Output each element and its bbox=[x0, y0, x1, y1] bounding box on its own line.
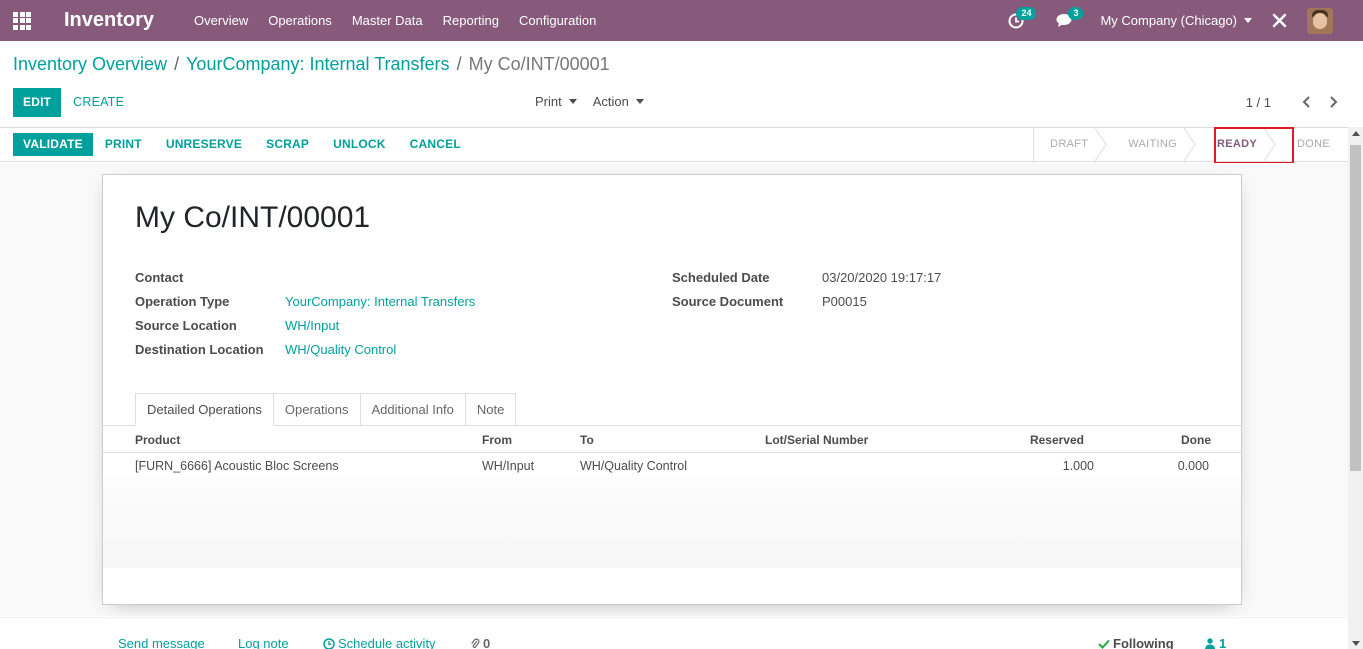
breadcrumb-current: My Co/INT/00001 bbox=[468, 54, 610, 74]
log-note-button[interactable]: Log note bbox=[238, 636, 289, 649]
menu-operations[interactable]: Operations bbox=[258, 13, 342, 28]
cell-product: [FURN_6666] Acoustic Bloc Screens bbox=[135, 459, 339, 473]
chevron-down-icon bbox=[568, 99, 577, 104]
chevron-right-icon bbox=[1330, 96, 1338, 108]
menu-reporting[interactable]: Reporting bbox=[433, 13, 509, 28]
top-navbar: Inventory Overview Operations Master Dat… bbox=[0, 0, 1363, 41]
breadcrumb-internal-transfers[interactable]: YourCompany: Internal Transfers bbox=[186, 54, 449, 75]
record-title: My Co/INT/00001 bbox=[135, 201, 371, 234]
edit-button[interactable]: EDIT bbox=[13, 88, 62, 117]
source-location-label: Source Location bbox=[135, 318, 237, 333]
notebook-tabs: Detailed Operations Operations Additiona… bbox=[135, 393, 517, 426]
status-steps: DRAFT WAITING READY DONE bbox=[1033, 128, 1348, 161]
breadcrumb-inventory-overview[interactable]: Inventory Overview bbox=[13, 54, 167, 75]
table-empty-area bbox=[103, 478, 1241, 568]
create-button[interactable]: CREATE bbox=[61, 88, 136, 117]
column-reserved[interactable]: Reserved bbox=[1030, 433, 1084, 447]
message-count-badge: 3 bbox=[1068, 7, 1084, 20]
debug-tools[interactable] bbox=[1262, 0, 1297, 41]
pager-next-button[interactable] bbox=[1325, 94, 1341, 110]
tools-icon bbox=[1272, 13, 1287, 28]
scheduled-date-label: Scheduled Date bbox=[672, 270, 770, 285]
pager-previous-button[interactable] bbox=[1299, 94, 1315, 110]
company-name: My Company (Chicago) bbox=[1100, 13, 1237, 28]
paperclip-icon bbox=[471, 638, 480, 649]
action-dropdown[interactable]: Action bbox=[593, 94, 644, 109]
scrollbar-thumb[interactable] bbox=[1350, 145, 1361, 471]
column-done[interactable]: Done bbox=[1181, 433, 1211, 447]
destination-location-label: Destination Location bbox=[135, 342, 264, 357]
user-avatar[interactable] bbox=[1307, 7, 1333, 34]
scroll-down-arrow[interactable] bbox=[1352, 641, 1360, 646]
menu-master-data[interactable]: Master Data bbox=[342, 13, 433, 28]
user-icon bbox=[1205, 637, 1215, 649]
chatter-topbar: Send message Log note Schedule activity … bbox=[0, 617, 1348, 649]
company-switcher[interactable]: My Company (Chicago) bbox=[1090, 13, 1262, 28]
print-dropdown[interactable]: Print bbox=[535, 94, 577, 109]
operation-type-link[interactable]: YourCompany: Internal Transfers bbox=[285, 294, 475, 309]
chevron-down-icon bbox=[1244, 18, 1252, 23]
column-lot-serial[interactable]: Lot/Serial Number bbox=[765, 433, 868, 447]
pager: 1 / 1 bbox=[1246, 94, 1341, 110]
menu-configuration[interactable]: Configuration bbox=[509, 13, 606, 28]
menu-overview[interactable]: Overview bbox=[184, 13, 258, 28]
column-to[interactable]: To bbox=[580, 433, 594, 447]
contact-label: Contact bbox=[135, 270, 184, 285]
destination-location-link[interactable]: WH/Quality Control bbox=[285, 342, 396, 357]
chevron-left-icon bbox=[1302, 96, 1310, 108]
form-statusbar: VALIDATE PRINT UNRESERVE SCRAP UNLOCK CA… bbox=[0, 127, 1348, 162]
app-name[interactable]: Inventory bbox=[64, 9, 154, 32]
tab-detailed-operations[interactable]: Detailed Operations bbox=[135, 393, 274, 426]
activity-menu[interactable]: 24 bbox=[998, 0, 1037, 41]
activity-count-badge: 24 bbox=[1016, 7, 1037, 20]
pager-value[interactable]: 1 / 1 bbox=[1246, 95, 1271, 110]
table-header: Product From To Lot/Serial Number Reserv… bbox=[103, 426, 1241, 453]
scroll-up-arrow[interactable] bbox=[1352, 131, 1360, 136]
check-icon bbox=[1098, 639, 1110, 649]
source-document-label: Source Document bbox=[672, 294, 784, 309]
following-button[interactable]: Following bbox=[1098, 636, 1174, 649]
apps-menu-icon[interactable] bbox=[0, 0, 44, 41]
column-product[interactable]: Product bbox=[135, 433, 180, 447]
state-ready: READY bbox=[1195, 128, 1276, 161]
tab-additional-info[interactable]: Additional Info bbox=[360, 393, 466, 426]
state-draft: DRAFT bbox=[1033, 128, 1107, 161]
cell-from: WH/Input bbox=[482, 459, 535, 473]
followers-button[interactable]: 1 bbox=[1205, 636, 1226, 649]
source-document-value: P00015 bbox=[822, 294, 867, 309]
unlock-button[interactable]: UNLOCK bbox=[321, 133, 398, 156]
attachments-button[interactable]: 0 bbox=[470, 636, 490, 649]
column-from[interactable]: From bbox=[482, 433, 512, 447]
cell-to: WH/Quality Control bbox=[580, 459, 687, 473]
control-panel-buttons: EDIT CREATE bbox=[13, 88, 136, 117]
clock-icon bbox=[323, 637, 335, 649]
messaging-menu[interactable]: 3 bbox=[1046, 0, 1084, 41]
cancel-button[interactable]: CANCEL bbox=[398, 133, 473, 156]
table-row[interactable]: [FURN_6666] Acoustic Bloc Screens WH/Inp… bbox=[103, 453, 1241, 478]
state-waiting: WAITING bbox=[1106, 128, 1196, 161]
form-sheet: My Co/INT/00001 Contact Operation Type Y… bbox=[102, 174, 1242, 605]
cell-done: 0.000 bbox=[1177, 459, 1209, 473]
state-done: DONE bbox=[1297, 138, 1330, 150]
scheduled-date-value: 03/20/2020 19:17:17 bbox=[822, 270, 942, 285]
tab-note[interactable]: Note bbox=[465, 393, 517, 426]
scrap-button[interactable]: SCRAP bbox=[254, 133, 321, 156]
send-message-button[interactable]: Send message bbox=[118, 636, 205, 649]
breadcrumb: Inventory Overview / YourCompany: Intern… bbox=[13, 54, 610, 75]
control-panel-dropdowns: Print Action bbox=[535, 94, 660, 109]
statusbar-buttons: VALIDATE PRINT UNRESERVE SCRAP UNLOCK CA… bbox=[13, 133, 473, 156]
print-button[interactable]: PRINT bbox=[93, 133, 154, 156]
unreserve-button[interactable]: UNRESERVE bbox=[154, 133, 254, 156]
operation-type-label: Operation Type bbox=[135, 294, 230, 309]
cell-reserved: 1.000 bbox=[1062, 459, 1094, 473]
source-location-link[interactable]: WH/Input bbox=[285, 318, 339, 333]
chevron-down-icon bbox=[635, 99, 644, 104]
schedule-activity-button[interactable]: Schedule activity bbox=[323, 636, 436, 649]
validate-button[interactable]: VALIDATE bbox=[13, 133, 93, 156]
tab-operations[interactable]: Operations bbox=[273, 393, 361, 426]
